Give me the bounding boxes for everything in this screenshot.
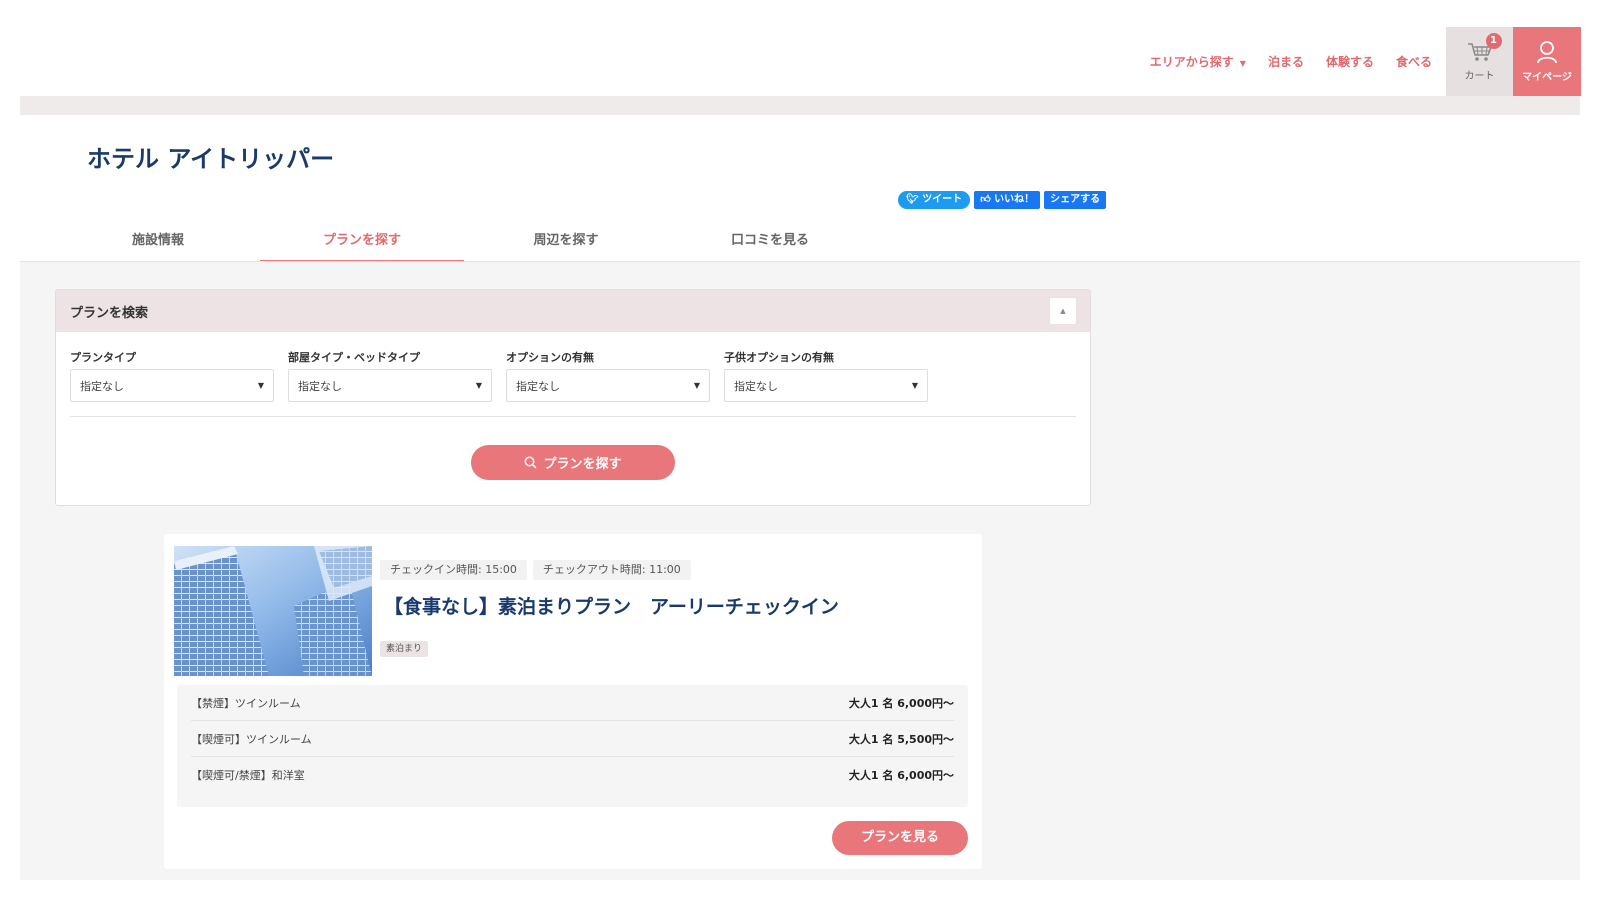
- room-price: 大人1 名 6,000円～: [848, 696, 954, 710]
- mypage-button[interactable]: マイページ: [1513, 27, 1581, 96]
- share-button[interactable]: シェアする: [1044, 191, 1107, 209]
- main-nav: エリアから探す ▼ 泊まる 体験する 食べる: [1150, 53, 1432, 70]
- checkin-time: チェックイン時間: 15:00: [380, 560, 527, 580]
- search-filters: プランタイプ 指定なし ▼ 部屋タイプ・ベッドタイプ 指定なし ▼ オプションの…: [70, 349, 928, 402]
- cart-icon: 1: [1466, 33, 1502, 63]
- search-icon: [525, 456, 538, 469]
- search-plan-label: プランを探す: [543, 457, 622, 472]
- meal-badge: 素泊まり: [380, 641, 429, 657]
- twitter-bird-icon: 🐦︎: [906, 194, 923, 205]
- user-icon: [1537, 41, 1557, 64]
- tab-facility-info[interactable]: 施設情報: [56, 228, 260, 262]
- like-label: いいね！: [994, 194, 1035, 205]
- filter-label: 部屋タイプ・ベッドタイプ: [288, 351, 420, 364]
- room-row[interactable]: 【喫煙可/禁煙】和洋室 大人1 名 6,000円～: [191, 757, 954, 793]
- tab-nearby[interactable]: 周辺を探す: [464, 228, 668, 262]
- filter-options: オプションの有無 指定なし ▼: [506, 349, 710, 402]
- mypage-label: マイページ: [1522, 72, 1572, 83]
- search-divider: [70, 416, 1076, 417]
- filter-label: プランタイプ: [70, 351, 136, 364]
- plan-type-select[interactable]: 指定なし ▼: [70, 369, 274, 402]
- room-row[interactable]: 【禁煙】ツインルーム 大人1 名 6,000円～: [191, 685, 954, 721]
- plan-image[interactable]: [174, 546, 372, 676]
- dropdown-arrow-icon: ▼: [911, 381, 918, 390]
- facility-tabs: 施設情報 プランを探す 周辺を探す 口コミを見る: [56, 228, 872, 262]
- room-row[interactable]: 【喫煙可】ツインルーム 大人1 名 5,500円～: [191, 721, 954, 757]
- tweet-label: ツイート: [922, 194, 963, 205]
- room-name: 【禁煙】ツインルーム: [191, 696, 301, 710]
- site-header: エリアから探す ▼ 泊まる 体験する 食べる 1 カート マイページ: [0, 0, 1600, 96]
- filter-child-options: 子供オプションの有無 指定なし ▼: [724, 349, 928, 402]
- cart-count-badge: 1: [1485, 33, 1502, 49]
- filter-label: オプションの有無: [506, 351, 594, 364]
- nav-stay[interactable]: 泊まる: [1268, 53, 1304, 70]
- dropdown-arrow-icon: ▼: [257, 381, 264, 390]
- checkout-time: チェックアウト時間: 11:00: [532, 560, 691, 580]
- filter-label: 子供オプションの有無: [724, 351, 834, 364]
- tab-reviews[interactable]: 口コミを見る: [668, 228, 872, 262]
- filter-room-type: 部屋タイプ・ベッドタイプ 指定なし ▼: [288, 349, 492, 402]
- options-select[interactable]: 指定なし ▼: [506, 369, 710, 402]
- search-panel-header: プランを検索 ▲: [56, 290, 1090, 332]
- nav-experience[interactable]: 体験する: [1326, 53, 1374, 70]
- like-button[interactable]: 👍︎ いいね！: [974, 191, 1041, 209]
- select-value: 指定なし: [516, 379, 560, 393]
- search-panel-title: プランを検索: [70, 305, 149, 321]
- select-value: 指定なし: [80, 379, 124, 393]
- social-share-buttons: 🐦︎ ツイート 👍︎ いいね！ シェアする: [898, 191, 1107, 209]
- child-options-select[interactable]: 指定なし ▼: [724, 369, 928, 402]
- plan-search-panel: プランを検索 ▲ プランタイプ 指定なし ▼ 部屋タイプ・ベッドタイプ 指定なし…: [55, 289, 1091, 506]
- see-plan-button[interactable]: プランを見る: [832, 821, 968, 855]
- select-value: 指定なし: [734, 379, 778, 393]
- filter-plan-type: プランタイプ 指定なし ▼: [70, 349, 274, 402]
- room-price: 大人1 名 5,500円～: [848, 732, 954, 746]
- page-title: ホテル アイトリッパー: [87, 145, 335, 173]
- cart-label: カート: [1464, 71, 1495, 82]
- select-value: 指定なし: [298, 379, 342, 393]
- room-type-select[interactable]: 指定なし ▼: [288, 369, 492, 402]
- dropdown-arrow-icon: ▼: [693, 381, 700, 390]
- tab-find-plan[interactable]: プランを探す: [260, 228, 464, 262]
- room-list: 【禁煙】ツインルーム 大人1 名 6,000円～ 【喫煙可】ツインルーム 大人1…: [177, 685, 968, 807]
- collapse-up-icon[interactable]: ▲: [1050, 298, 1076, 324]
- plan-title[interactable]: 【食事なし】素泊まりプラン アーリーチェックイン: [384, 592, 839, 619]
- room-name: 【喫煙可/禁煙】和洋室: [191, 769, 305, 782]
- cart-button[interactable]: 1 カート: [1446, 27, 1513, 96]
- thumbs-up-icon: 👍︎: [980, 194, 995, 205]
- search-plan-button[interactable]: プランを探す: [471, 445, 675, 480]
- room-price: 大人1 名 6,000円～: [848, 769, 954, 782]
- plan-card: チェックイン時間: 15:00 チェックアウト時間: 11:00 【食事なし】素…: [164, 534, 982, 869]
- nav-eat[interactable]: 食べる: [1396, 53, 1432, 70]
- header-divider-band: [20, 96, 1580, 115]
- nav-area-search[interactable]: エリアから探す ▼: [1150, 53, 1246, 70]
- tweet-button[interactable]: 🐦︎ ツイート: [898, 191, 971, 209]
- dropdown-arrow-icon: ▼: [475, 381, 482, 390]
- time-tags: チェックイン時間: 15:00 チェックアウト時間: 11:00: [380, 560, 691, 580]
- nav-area-search-label: エリアから探す: [1149, 55, 1234, 69]
- room-name: 【喫煙可】ツインルーム: [191, 732, 312, 746]
- caret-down-icon: ▼: [1239, 59, 1246, 68]
